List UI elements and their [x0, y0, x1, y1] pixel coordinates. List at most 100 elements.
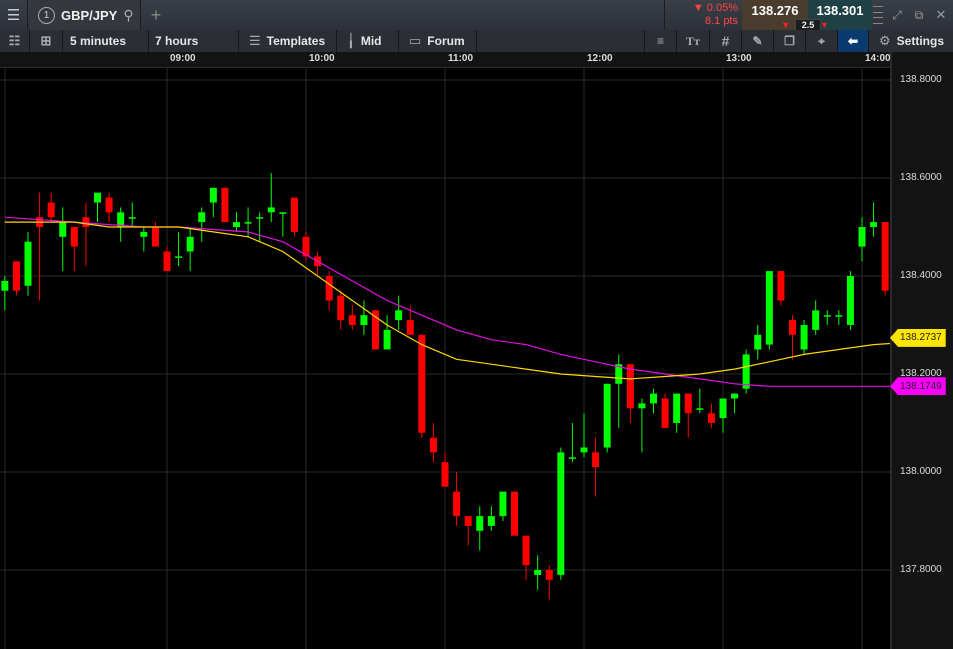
search-icon[interactable]: ⚲ [123, 7, 133, 24]
grid-icon: # [721, 33, 730, 49]
candle-body [337, 295, 345, 321]
price-axis[interactable]: 138.8000 138.6000 138.4000 138.2000 138.0000… [890, 52, 953, 649]
interval-select[interactable]: 5 minutes [63, 30, 149, 52]
price-tick-label: 138.4000 [900, 270, 942, 281]
plus-icon: + [150, 4, 162, 25]
candle-body [348, 315, 356, 325]
candlestick-chart[interactable] [0, 68, 890, 649]
expand-button[interactable]: ⤢ [888, 0, 906, 30]
price-label-toggle[interactable]: ⬅ [838, 30, 869, 52]
candle-body [881, 222, 889, 291]
speech-bubble-icon: ▭ [409, 33, 422, 48]
price-tick-label: 138.0000 [900, 466, 942, 477]
candle-body [175, 256, 183, 258]
forum-button[interactable]: ▭ Forum [399, 30, 477, 52]
candle-body [661, 398, 669, 428]
gear-icon: ⚙ [879, 33, 891, 48]
drag-handle[interactable] [872, 0, 884, 30]
candle-body [719, 398, 727, 419]
candle-body [82, 217, 90, 227]
price-tick-label: 138.8000 [900, 74, 942, 85]
price-type-button[interactable]: ╽ Mid [337, 30, 399, 52]
instrument-tab[interactable]: 1 GBP/JPY ⚲ [30, 0, 141, 30]
time-tick-label: 10:00 [309, 53, 335, 64]
crosshair-icon: ⌖ [818, 33, 825, 48]
list-lines-icon: ≡ [656, 34, 664, 48]
candle-body [406, 320, 414, 335]
candle-body [696, 408, 704, 410]
candle-body [59, 222, 67, 237]
candle-body [186, 236, 194, 252]
close-button[interactable]: ✕ [932, 0, 950, 30]
candle-body [522, 535, 530, 566]
candle-body [650, 393, 657, 404]
candle-body [47, 202, 55, 218]
candle-body [464, 516, 472, 526]
candle-body [580, 447, 588, 453]
draw-pen-icon: ✎ [752, 34, 763, 48]
menu-button[interactable]: ☰ [0, 0, 28, 30]
text-icon: Tт [686, 33, 700, 48]
candle-body [846, 276, 854, 325]
candle-body [105, 197, 113, 213]
tab-number: 1 [38, 6, 55, 24]
candle-body [789, 320, 796, 335]
forum-label: Forum [427, 34, 465, 48]
sliders-icon: ☰ [249, 33, 261, 48]
candle-body [511, 491, 518, 536]
candle-body [557, 452, 565, 575]
candle-body [545, 570, 553, 580]
interval-label: 5 minutes [70, 34, 127, 48]
expand-icon: ⤢ [892, 7, 902, 22]
candle-body [823, 315, 831, 317]
change-pct: ▼ 0.05% [692, 2, 738, 14]
layout-button[interactable]: ⊞ [30, 30, 63, 52]
price-tick-label: 137.8000 [900, 564, 942, 575]
time-axis[interactable]: 09:00 10:00 11:00 12:00 13:00 14:00 [0, 52, 891, 68]
candle-body [198, 212, 206, 223]
indicators-button[interactable]: ≡ [644, 30, 677, 52]
time-tick-label: 14:00 [865, 53, 891, 64]
popout-button[interactable]: ⧉ [910, 0, 928, 30]
buy-price: 138.301 [816, 3, 864, 18]
settings-button[interactable]: ⚙ Settings [869, 30, 953, 52]
top-bar: ☰ 1 GBP/JPY ⚲ + ▼ 0.05% 8.1 pts 138.276 … [0, 0, 953, 32]
candle-body [684, 393, 692, 414]
candle-body [534, 570, 542, 575]
candle-body [418, 334, 426, 433]
candle-body [870, 222, 878, 227]
candle-body [94, 192, 101, 203]
candle-body [742, 354, 750, 389]
candle-body [360, 315, 368, 325]
popout-icon: ⧉ [914, 7, 924, 22]
templates-button[interactable]: ☰ Templates [239, 30, 337, 52]
list-button[interactable]: ☷ [0, 30, 30, 52]
candle-body [12, 261, 20, 291]
add-tab-button[interactable]: + [146, 0, 166, 30]
crosshair-button[interactable]: ⌖ [806, 30, 838, 52]
layers-button[interactable]: ❐ [774, 30, 806, 52]
moving-average-slow [4, 216, 890, 387]
candle-body [453, 491, 461, 517]
range-select[interactable]: 7 hours [149, 30, 239, 52]
range-label: 7 hours [155, 34, 199, 48]
candle-body [395, 310, 403, 321]
change-display: ▼ 0.05% 8.1 pts [664, 0, 742, 30]
candle-body [812, 310, 820, 330]
candle-body [603, 383, 611, 448]
candle-body [256, 217, 264, 219]
candle-body [777, 271, 785, 301]
time-tick-label: 11:00 [448, 53, 474, 64]
last-price-tag: 138.2737 [890, 328, 946, 347]
candle-body [673, 393, 681, 423]
draw-tool-button[interactable]: ✎ [742, 30, 774, 52]
candle-body [383, 329, 391, 350]
grid-button[interactable]: # [710, 30, 742, 52]
candle-body [244, 222, 252, 224]
layers-icon: ❐ [784, 34, 795, 48]
candle-body [592, 452, 600, 468]
candle-body [128, 217, 136, 219]
text-tool-button[interactable]: Tт [677, 30, 710, 52]
candle-body [626, 364, 634, 409]
candle-body [1, 280, 9, 291]
